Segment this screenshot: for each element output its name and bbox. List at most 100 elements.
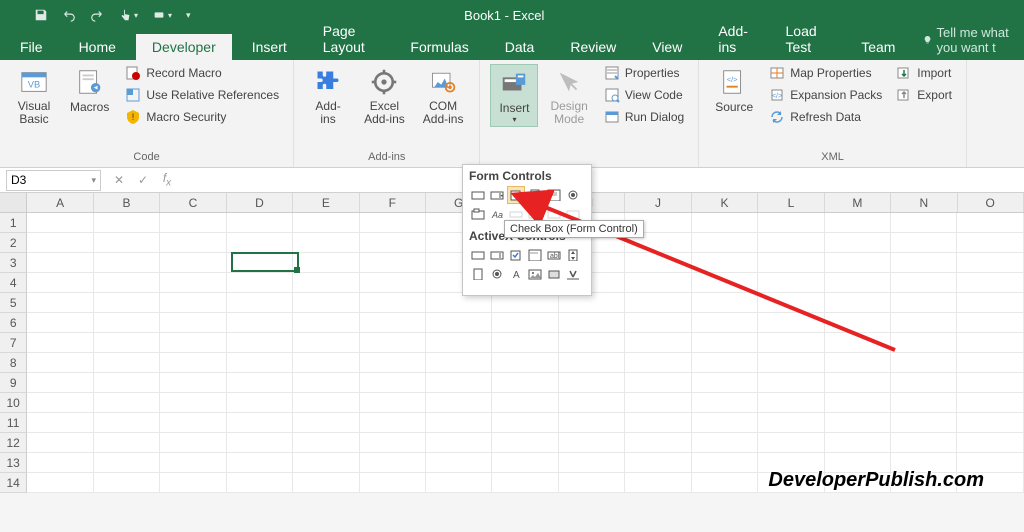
cell[interactable] <box>160 213 226 233</box>
cancel-formula-button[interactable]: ✕ <box>109 170 129 190</box>
cell[interactable] <box>227 293 293 313</box>
cell[interactable] <box>293 453 359 473</box>
cell[interactable] <box>825 353 891 373</box>
cell[interactable] <box>559 413 625 433</box>
cell[interactable] <box>825 413 891 433</box>
cell[interactable] <box>825 313 891 333</box>
form-checkbox-control[interactable] <box>507 186 525 204</box>
cell[interactable] <box>891 433 957 453</box>
cell[interactable] <box>492 393 558 413</box>
cell[interactable] <box>160 253 226 273</box>
activex-combo-control[interactable] <box>488 246 506 264</box>
cell[interactable] <box>227 373 293 393</box>
fx-button[interactable]: fx <box>157 170 177 190</box>
row-header[interactable]: 8 <box>0 353 27 373</box>
cell[interactable] <box>692 313 758 333</box>
cell[interactable] <box>492 413 558 433</box>
cell[interactable] <box>160 353 226 373</box>
activex-more-control[interactable] <box>564 265 582 283</box>
cell[interactable] <box>426 333 492 353</box>
cell[interactable] <box>625 433 691 453</box>
cell[interactable] <box>559 473 625 493</box>
cell[interactable] <box>492 473 558 493</box>
cell[interactable] <box>825 213 891 233</box>
cell[interactable] <box>293 253 359 273</box>
cell[interactable] <box>692 273 758 293</box>
cell[interactable] <box>360 293 426 313</box>
form-option-control[interactable] <box>564 186 582 204</box>
cell[interactable] <box>360 233 426 253</box>
cell[interactable] <box>692 413 758 433</box>
cell[interactable] <box>160 473 226 493</box>
cell[interactable] <box>559 333 625 353</box>
cell[interactable] <box>492 293 558 313</box>
col-header[interactable]: E <box>293 193 359 212</box>
cell[interactable] <box>360 393 426 413</box>
cell[interactable] <box>625 333 691 353</box>
cell[interactable] <box>625 253 691 273</box>
cell[interactable] <box>360 413 426 433</box>
cell[interactable] <box>227 353 293 373</box>
cell[interactable] <box>891 273 957 293</box>
cell[interactable] <box>825 233 891 253</box>
cell[interactable] <box>891 473 957 493</box>
cell[interactable] <box>227 393 293 413</box>
design-mode-button[interactable]: Design Mode <box>544 64 593 128</box>
cell[interactable] <box>758 453 824 473</box>
qat-item-icon[interactable]: ▾ <box>152 8 172 22</box>
cell[interactable] <box>891 233 957 253</box>
row-header[interactable]: 11 <box>0 413 27 433</box>
cell[interactable] <box>891 313 957 333</box>
row-header[interactable]: 1 <box>0 213 27 233</box>
cell[interactable] <box>426 353 492 373</box>
cell[interactable] <box>758 473 824 493</box>
cell[interactable] <box>625 293 691 313</box>
tab-developer[interactable]: Developer <box>136 34 232 60</box>
activex-label-control[interactable]: A <box>507 265 525 283</box>
cell[interactable] <box>227 473 293 493</box>
cell[interactable] <box>227 333 293 353</box>
cell[interactable] <box>825 393 891 413</box>
cell[interactable] <box>293 333 359 353</box>
row-header[interactable]: 6 <box>0 313 27 333</box>
cell[interactable] <box>758 233 824 253</box>
cell[interactable] <box>426 473 492 493</box>
cell[interactable] <box>625 393 691 413</box>
cell[interactable] <box>625 353 691 373</box>
cell[interactable] <box>94 433 160 453</box>
cell[interactable] <box>293 433 359 453</box>
cell[interactable] <box>293 313 359 333</box>
cell[interactable] <box>692 393 758 413</box>
row-header[interactable]: 14 <box>0 473 27 493</box>
cell[interactable] <box>559 293 625 313</box>
col-header[interactable]: A <box>27 193 93 212</box>
cell[interactable] <box>27 213 93 233</box>
row-header[interactable]: 3 <box>0 253 27 273</box>
activex-toggle-control[interactable] <box>545 265 563 283</box>
cell[interactable] <box>94 293 160 313</box>
cell[interactable] <box>293 353 359 373</box>
cell[interactable] <box>360 333 426 353</box>
tab-review[interactable]: Review <box>554 34 632 60</box>
cell[interactable] <box>293 373 359 393</box>
cell[interactable] <box>758 433 824 453</box>
cell[interactable] <box>227 453 293 473</box>
visual-basic-button[interactable]: VB Visual Basic <box>10 64 58 128</box>
name-box-dropdown-icon[interactable]: ▾ <box>91 175 96 186</box>
tab-formulas[interactable]: Formulas <box>394 34 484 60</box>
form-button-control[interactable] <box>469 186 487 204</box>
form-listbox-control[interactable] <box>545 186 563 204</box>
macro-security-button[interactable]: ! Macro Security <box>121 108 283 126</box>
cell[interactable] <box>360 453 426 473</box>
cell[interactable] <box>957 393 1023 413</box>
addins-button[interactable]: Add- ins <box>304 64 352 128</box>
cell[interactable] <box>27 233 93 253</box>
cell[interactable] <box>293 233 359 253</box>
cell[interactable] <box>426 433 492 453</box>
record-macro-button[interactable]: Record Macro <box>121 64 283 82</box>
cell[interactable] <box>758 313 824 333</box>
row-header[interactable]: 9 <box>0 373 27 393</box>
macros-button[interactable]: Macros <box>64 64 115 116</box>
cell[interactable] <box>492 313 558 333</box>
cell[interactable] <box>758 273 824 293</box>
